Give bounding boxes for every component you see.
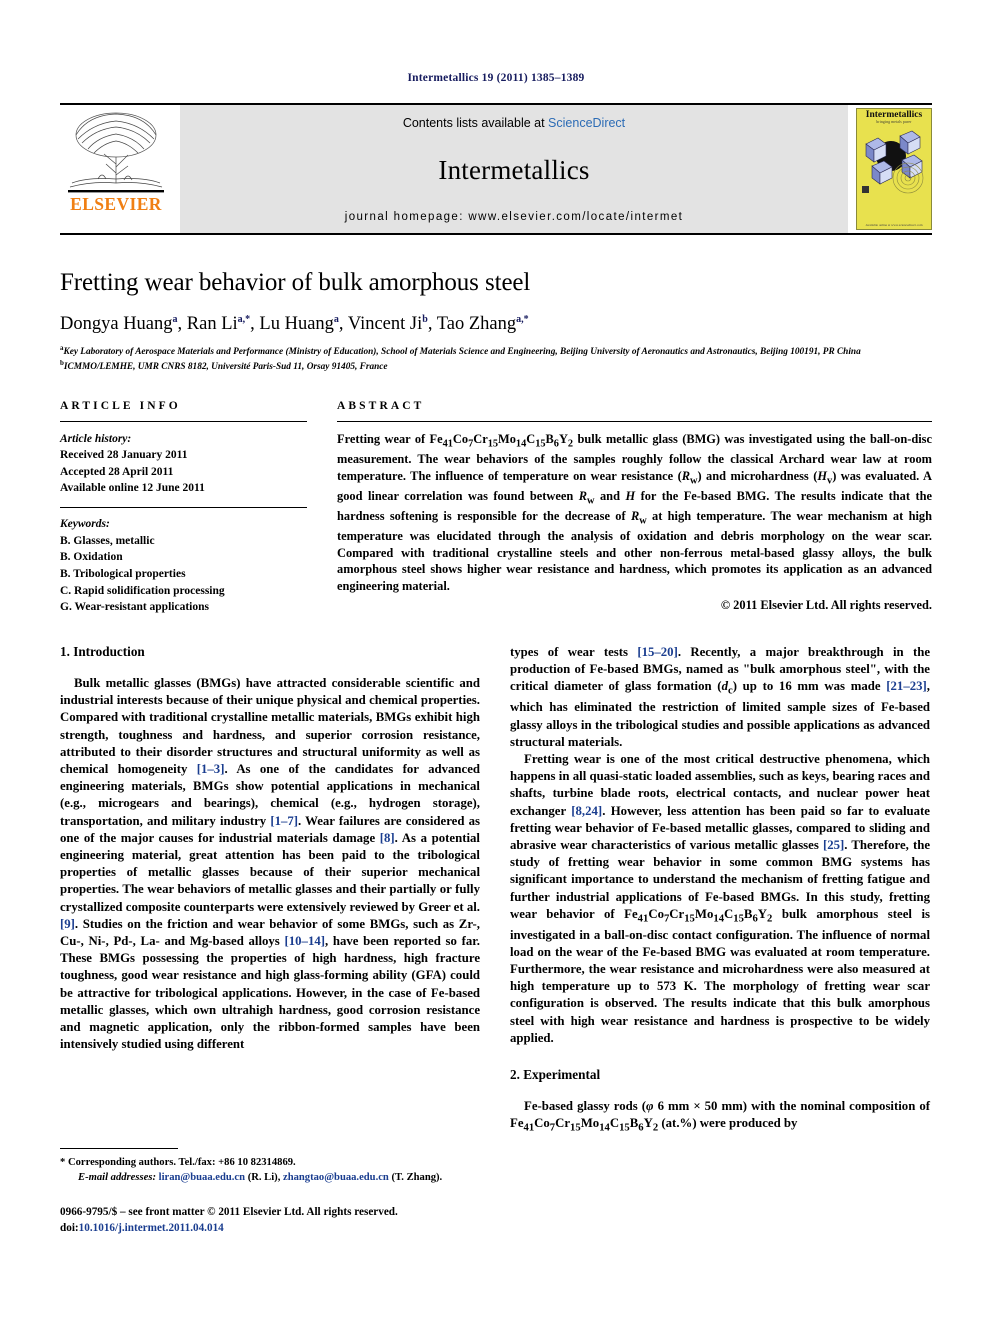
email-note: E-mail addresses: liran@buaa.edu.cn (R. …	[78, 1172, 443, 1184]
colophon: 0966-9795/$ – see front matter © 2011 El…	[60, 1205, 620, 1236]
citation-ref[interactable]: [1–7]	[270, 814, 298, 828]
keywords-label: Keywords:	[60, 518, 110, 531]
keyword-item: B. Glasses, metallic	[60, 534, 155, 547]
journal-masthead: ELSEVIER Contents lists available at Sci…	[60, 103, 932, 235]
author-item: Lu Huanga	[259, 314, 339, 334]
contents-prefix: Contents lists available at	[402, 116, 549, 130]
body-columns: 1. Introduction Bulk metallic glasses (B…	[60, 644, 932, 1136]
body-column-left: 1. Introduction Bulk metallic glasses (B…	[60, 644, 480, 1136]
citation-ref[interactable]: [10–14]	[284, 934, 325, 948]
author-name: Lu Huang	[259, 314, 334, 335]
abstract-column: ABSTRACT Fretting wear of Fe41Co7Cr15Mo1…	[337, 400, 932, 616]
citation-ref[interactable]: [21–23]	[886, 679, 927, 693]
author-affiliation-mark: a,*	[237, 314, 251, 325]
author-affiliation-mark: a	[333, 314, 339, 325]
citation-ref[interactable]: [25]	[823, 838, 844, 852]
paper-page: Intermetallics 19 (2011) 1385–1389 ELSEV…	[0, 0, 992, 1323]
author-name: Ran Li	[186, 314, 238, 335]
author-affiliation-mark: a,*	[516, 314, 529, 325]
citation-ref[interactable]: [8,24]	[571, 804, 602, 818]
journal-homepage-link[interactable]: journal homepage: www.elsevier.com/locat…	[345, 211, 683, 223]
email-label: E-mail addresses:	[78, 1172, 156, 1184]
issn-copyright-line: 0966-9795/$ – see front matter © 2011 El…	[60, 1206, 398, 1218]
author-name: Vincent Ji	[347, 314, 423, 335]
keyword-item: B. Oxidation	[60, 551, 123, 564]
section-heading-experimental: 2. Experimental	[510, 1067, 601, 1083]
divider	[337, 421, 932, 422]
author-item: Ran Lia,*	[187, 314, 250, 334]
citation-ref[interactable]: [15–20]	[637, 645, 678, 659]
author-name: Tao Zhang	[436, 314, 517, 335]
email-link-2[interactable]: zhangtao@buaa.edu.cn	[283, 1172, 389, 1183]
article-history-label: Article history:	[60, 433, 132, 445]
footnote-block: * Corresponding authors. Tel./fax: +86 1…	[60, 1148, 480, 1185]
abstract-text: Fretting wear of Fe41Co7Cr15Mo14C15B6Y2 …	[337, 432, 933, 593]
article-info-column: ARTICLE INFO Article history: Received 2…	[60, 400, 307, 616]
paragraph: Fe-based glassy rods (φ 6 mm × 50 mm) wi…	[510, 1099, 930, 1134]
journal-title: Intermetallics	[438, 155, 590, 185]
citation-ref[interactable]: [8]	[380, 831, 395, 845]
author-item: Tao Zhanga,*	[437, 314, 529, 334]
email-owner-1: (R. Li)	[247, 1172, 278, 1184]
history-item: Received 28 January 2011	[60, 449, 188, 462]
abstract-heading: ABSTRACT	[337, 400, 425, 412]
journal-cover-thumbnail: Intermetallics bringing metals purer Ava…	[856, 108, 932, 230]
footnote-divider	[60, 1148, 178, 1149]
keyword-item: G. Wear-resistant applications	[60, 601, 209, 614]
history-item: Available online 12 June 2011	[60, 481, 205, 494]
author-name: Dongya Huang	[60, 314, 173, 335]
citation-ref[interactable]: [1–3]	[197, 762, 225, 776]
cover-title: Intermetallics	[865, 110, 923, 120]
cover-footer-text: Available online at www.sciencedirect.co…	[865, 222, 923, 227]
email-owner-2: (T. Zhang)	[391, 1172, 440, 1184]
title-block: Fretting wear behavior of bulk amorphous…	[60, 235, 932, 374]
affiliation-item: aKey Laboratory of Aerospace Materials a…	[60, 344, 932, 359]
section-heading-introduction: 1. Introduction	[60, 644, 145, 659]
page-title: Fretting wear behavior of bulk amorphous…	[60, 269, 531, 296]
author-item: Vincent Jib	[348, 314, 428, 334]
corresponding-author-note: * Corresponding authors. Tel./fax: +86 1…	[60, 1157, 296, 1168]
masthead-center-panel: Contents lists available at ScienceDirec…	[180, 105, 848, 233]
divider	[60, 507, 307, 509]
author-list: Dongya Huanga, Ran Lia,*, Lu Huanga, Vin…	[60, 314, 529, 335]
info-abstract-row: ARTICLE INFO Article history: Received 2…	[60, 400, 932, 616]
abstract-copyright: © 2011 Elsevier Ltd. All rights reserved…	[720, 598, 932, 613]
paragraph: Fretting wear is one of the most critica…	[510, 751, 931, 1045]
author-affiliation-mark: b	[422, 314, 428, 325]
keyword-item: B. Tribological properties	[60, 567, 186, 580]
affiliation-list: aKey Laboratory of Aerospace Materials a…	[60, 344, 932, 374]
cover-crystal-illustration	[858, 126, 930, 199]
sciencedirect-link[interactable]: ScienceDirect	[548, 116, 625, 130]
author-affiliation-mark: a	[172, 314, 178, 325]
doi-line: doi:10.1016/j.intermet.2011.04.014	[60, 1221, 620, 1237]
keyword-item: C. Rapid solidification processing	[60, 584, 225, 597]
affiliation-text: Key Laboratory of Aerospace Materials an…	[63, 347, 861, 358]
doi-link[interactable]: 10.1016/j.intermet.2011.04.014	[79, 1222, 224, 1234]
body-column-right: types of wear tests [15–20]. Recently, a…	[510, 644, 930, 1136]
citation-ref[interactable]: [9]	[60, 917, 75, 931]
history-item: Accepted 28 April 2011	[60, 465, 174, 478]
affiliation-text: ICMMO/LEMHE, UMR CNRS 8182, Université P…	[63, 362, 388, 373]
divider	[60, 421, 307, 422]
paragraph: types of wear tests [15–20]. Recently, a…	[510, 645, 931, 749]
doi-label: doi:	[60, 1221, 79, 1234]
contents-available-line: Contents lists available at ScienceDirec…	[403, 116, 625, 130]
elsevier-wordmark: ELSEVIER	[70, 194, 162, 214]
running-head: Intermetallics 19 (2011) 1385–1389	[407, 72, 585, 84]
elsevier-logo: ELSEVIER	[60, 105, 172, 233]
email-link-1[interactable]: liran@buaa.edu.cn	[159, 1172, 245, 1183]
article-info-heading: ARTICLE INFO	[60, 400, 181, 412]
author-item: Dongya Huanga	[60, 314, 178, 334]
affiliation-item: bICMMO/LEMHE, UMR CNRS 8182, Université …	[60, 359, 932, 374]
paragraph: Bulk metallic glasses (BMGs) have attrac…	[60, 676, 480, 1052]
elsevier-tree-icon	[68, 112, 164, 193]
